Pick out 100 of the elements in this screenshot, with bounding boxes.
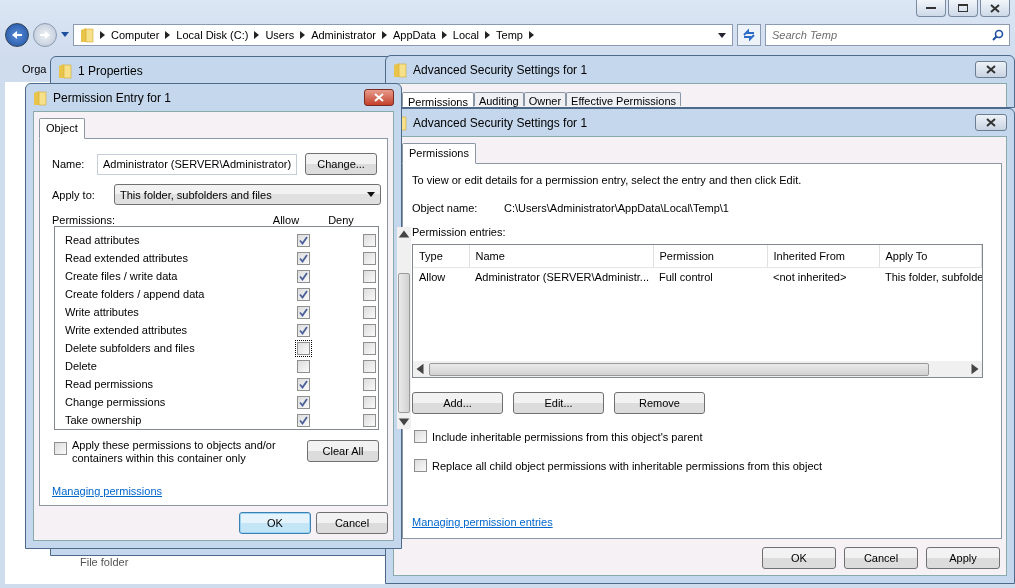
table-cell: Administrator (SERVER\Administr... xyxy=(469,267,653,286)
checkbox[interactable] xyxy=(52,440,69,457)
action-button[interactable]: Edit... xyxy=(513,392,604,414)
checkmark-icon xyxy=(297,324,309,336)
checkbox[interactable] xyxy=(362,377,376,391)
checkbox[interactable] xyxy=(294,231,312,249)
tab[interactable]: Auditing xyxy=(473,92,524,106)
minimize-button[interactable] xyxy=(916,0,946,17)
checkbox[interactable] xyxy=(294,393,312,411)
refresh-button[interactable] xyxy=(737,24,761,46)
arrow-icon xyxy=(11,30,23,40)
checkmark-icon xyxy=(297,414,309,426)
close-button[interactable] xyxy=(975,61,1007,78)
help-link[interactable]: Managing permission entries xyxy=(412,516,553,528)
close-button[interactable] xyxy=(980,0,1010,17)
checkbox[interactable] xyxy=(362,413,376,427)
clear-all-button[interactable]: Clear All xyxy=(307,440,379,462)
dialog-button[interactable]: OK xyxy=(239,512,311,534)
change-button[interactable]: Change... xyxy=(305,153,378,175)
maximize-button[interactable] xyxy=(948,0,978,17)
checkbox[interactable] xyxy=(362,341,376,355)
checkbox[interactable] xyxy=(294,249,312,267)
object-path-text: C:\Users\Administrator\AppData\Local\Temp\1 xyxy=(504,202,729,214)
chevron-icon[interactable] xyxy=(254,31,260,39)
apply-to-dropdown[interactable]: This folder, subfolders and files xyxy=(114,184,381,205)
chevron-icon[interactable] xyxy=(441,31,447,39)
column-header[interactable]: Inherited From xyxy=(767,245,879,268)
permission-label: Delete subfolders and files xyxy=(64,342,196,354)
tab[interactable]: Permissions xyxy=(402,92,474,107)
checkbox[interactable] xyxy=(294,321,312,339)
back-button[interactable] xyxy=(5,23,29,47)
checkbox[interactable] xyxy=(362,233,376,247)
column-header[interactable]: Apply To xyxy=(879,245,982,268)
column-header[interactable]: Permission xyxy=(653,245,767,268)
dialog-button[interactable]: OK xyxy=(762,547,836,569)
checkbox[interactable] xyxy=(362,287,376,301)
permission-label: Change permissions xyxy=(64,396,167,408)
instruction-text: To view or edit details for a permission entry, select the entry and then click Edit. xyxy=(412,174,803,186)
close-icon xyxy=(990,3,1000,13)
breadcrumb-item[interactable]: Temp xyxy=(496,29,523,41)
checkbox[interactable] xyxy=(294,375,312,393)
help-link[interactable]: Managing permissions xyxy=(52,485,163,497)
breadcrumb-item[interactable]: AppData xyxy=(392,29,436,41)
chevron-icon[interactable] xyxy=(300,31,306,39)
tab[interactable]: Effective Permissions xyxy=(566,92,682,106)
checkbox[interactable] xyxy=(362,269,376,283)
window-title: Permission Entry for 1 xyxy=(53,90,172,105)
name-field[interactable]: Administrator (SERVER\Administrator) xyxy=(97,153,298,175)
tab[interactable]: Owner xyxy=(523,92,567,106)
tab[interactable]: Object xyxy=(39,118,85,139)
breadcrumb-item[interactable]: Administrator xyxy=(311,29,376,41)
checkbox[interactable] xyxy=(294,285,312,303)
checkbox[interactable] xyxy=(362,305,376,319)
action-button[interactable]: Remove xyxy=(614,392,705,414)
dropdown-arrow-icon[interactable] xyxy=(61,32,69,38)
field-label: Apply to: xyxy=(52,188,96,201)
checkbox[interactable] xyxy=(294,411,312,429)
horizontal-scrollbar[interactable] xyxy=(413,361,982,377)
checkmark-icon xyxy=(297,396,309,408)
column-header[interactable]: Type xyxy=(413,245,469,268)
table-cell: <not inherited> xyxy=(767,267,879,286)
dropdown-arrow-icon[interactable] xyxy=(718,32,726,38)
search-field[interactable]: Search Temp xyxy=(765,24,1010,46)
chevron-icon[interactable] xyxy=(381,31,387,39)
tab[interactable]: Permissions xyxy=(402,143,476,164)
close-icon xyxy=(374,93,384,102)
checkbox[interactable] xyxy=(294,303,312,321)
checkbox[interactable] xyxy=(362,395,376,409)
column-header[interactable]: Name xyxy=(469,245,653,268)
folder-icon xyxy=(393,61,407,78)
checkbox-label[interactable]: Apply these permissions to objects and/or containers within this container only xyxy=(72,439,292,465)
toolbar-button[interactable]: Orga xyxy=(22,63,47,75)
close-button[interactable] xyxy=(975,114,1007,131)
checkmark-icon xyxy=(297,252,309,264)
address-bar[interactable]: Computer Local Disk (C:) Users Administrator AppData Local Temp xyxy=(73,24,733,46)
action-button[interactable]: Add... xyxy=(412,392,503,414)
checkbox-label[interactable]: Include inheritable permissions from this object's parent xyxy=(432,430,703,443)
checkbox[interactable] xyxy=(294,267,312,285)
dialog-button[interactable]: Apply xyxy=(926,547,1000,569)
permission-label: Read extended attributes xyxy=(64,252,189,264)
chevron-icon[interactable] xyxy=(165,31,171,39)
vertical-scrollbar[interactable] xyxy=(397,227,411,429)
checkbox[interactable] xyxy=(362,251,376,265)
dialog-button[interactable]: Cancel xyxy=(844,547,918,569)
chevron-icon[interactable] xyxy=(528,31,534,39)
checkbox-label[interactable]: Replace all child object permissions with inheritable permissions from this object xyxy=(432,459,823,472)
checkbox[interactable] xyxy=(412,428,429,445)
close-button[interactable] xyxy=(364,89,394,106)
checkbox[interactable] xyxy=(362,323,376,337)
checkbox[interactable] xyxy=(294,357,312,375)
dialog-button[interactable]: Cancel xyxy=(316,512,388,534)
breadcrumb-item[interactable]: Local xyxy=(452,29,480,41)
checkbox[interactable] xyxy=(362,359,376,373)
chevron-icon[interactable] xyxy=(485,31,491,39)
chevron-icon[interactable] xyxy=(100,31,105,39)
breadcrumb-item[interactable]: Local Disk (C:) xyxy=(176,29,249,41)
checkbox[interactable] xyxy=(412,457,429,474)
breadcrumb-item[interactable]: Users xyxy=(265,29,295,41)
checkbox[interactable] xyxy=(294,339,312,357)
breadcrumb-item[interactable]: Computer xyxy=(111,29,160,41)
